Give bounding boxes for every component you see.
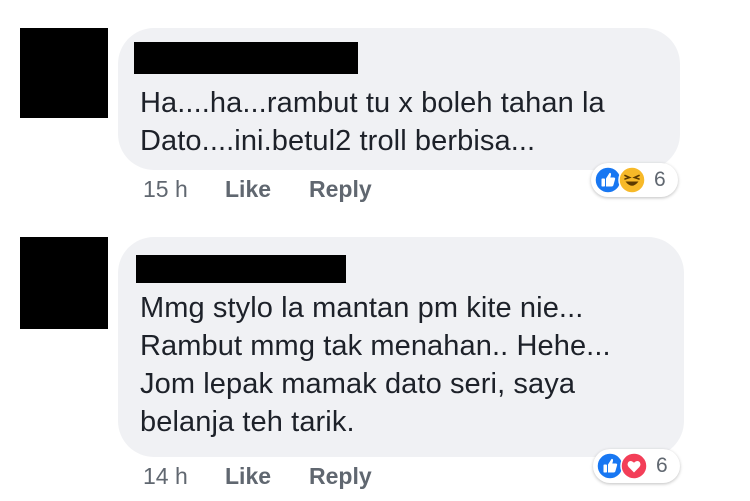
comment-text-line: Jom lepak mamak dato seri, saya bbox=[140, 368, 576, 400]
reply-link[interactable]: Reply bbox=[309, 461, 372, 491]
reaction-count: 6 bbox=[656, 454, 668, 477]
author-name-redacted[interactable] bbox=[136, 255, 346, 283]
comment-2: Mmg stylo la mantan pm kite nie... Rambu… bbox=[0, 0, 750, 501]
comment-bubble: Mmg stylo la mantan pm kite nie... Rambu… bbox=[118, 237, 684, 457]
timestamp[interactable]: 14 h bbox=[143, 461, 188, 491]
reaction-summary[interactable]: 6 bbox=[593, 449, 680, 483]
comment-text-line: Mmg stylo la mantan pm kite nie... bbox=[140, 292, 584, 324]
comment-text-line: Rambut mmg tak menahan.. Hehe... bbox=[140, 330, 611, 362]
comment-text-line: belanja teh tarik. bbox=[140, 406, 355, 438]
like-link[interactable]: Like bbox=[225, 461, 271, 491]
love-icon bbox=[620, 452, 648, 480]
comment-meta: 14 h Like Reply bbox=[143, 461, 443, 491]
avatar-redacted[interactable] bbox=[20, 237, 108, 329]
